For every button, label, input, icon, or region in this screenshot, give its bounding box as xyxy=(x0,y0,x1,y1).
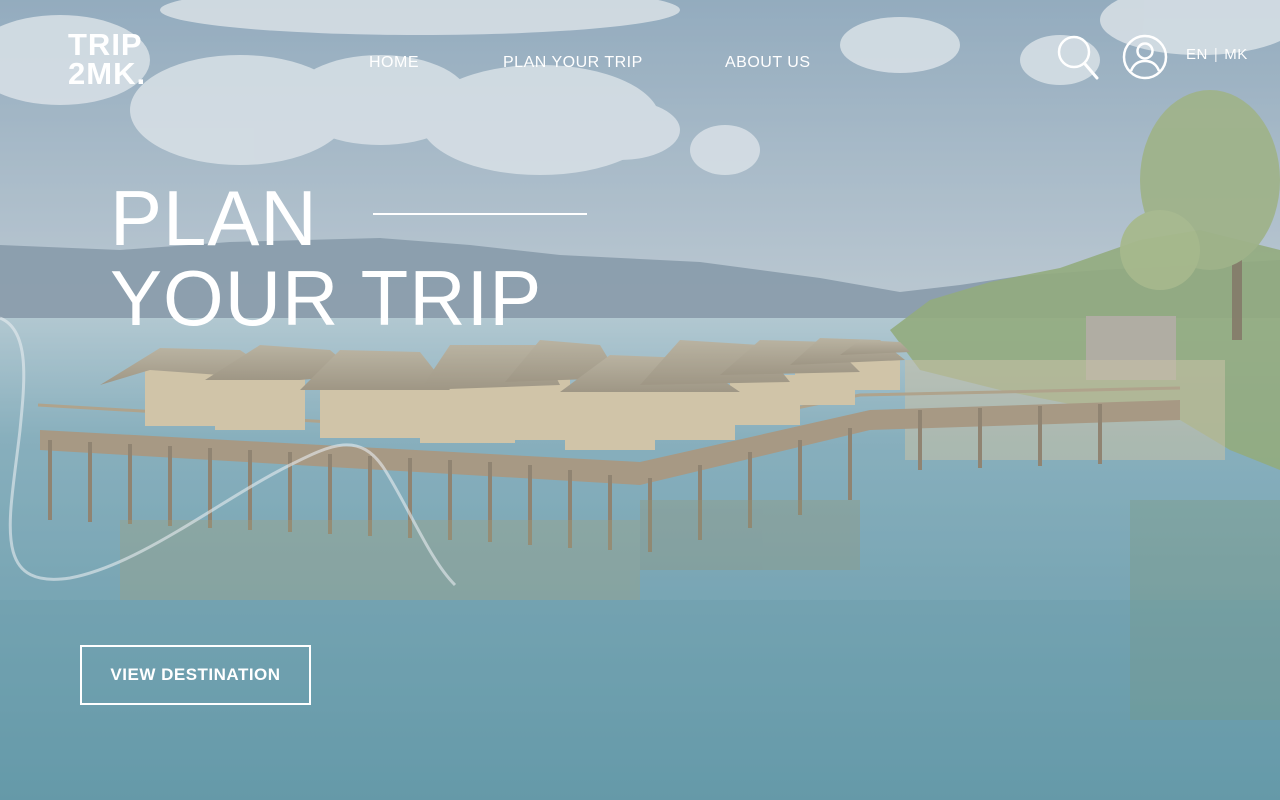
hero-title-line-1: PLAN xyxy=(110,174,318,262)
nav-plan-your-trip-link[interactable]: PLAN YOUR TRIP xyxy=(503,54,643,72)
title-divider-line xyxy=(373,213,587,215)
nav-home-link[interactable]: HOME xyxy=(369,54,419,72)
user-circle-icon xyxy=(1122,34,1168,80)
search-button[interactable] xyxy=(1056,34,1100,80)
language-switcher: EN | MK xyxy=(1186,46,1248,63)
language-separator: | xyxy=(1213,46,1219,63)
hero-title: PLAN YOUR TRIP xyxy=(110,178,542,338)
hero-title-line-2: YOUR TRIP xyxy=(110,254,543,342)
view-destination-button[interactable]: VIEW DESTINATION xyxy=(80,645,311,705)
nav-about-us-link[interactable]: ABOUT US xyxy=(725,54,811,72)
hero-section: TRIP 2MK. HOME PLAN YOUR TRIP ABOUT US E… xyxy=(0,0,1280,800)
account-button[interactable] xyxy=(1120,32,1170,82)
site-logo[interactable]: TRIP 2MK. xyxy=(68,27,188,91)
language-option-mk[interactable]: MK xyxy=(1224,46,1248,63)
logo-line-2: 2MK. xyxy=(68,56,147,91)
logo-line-1: TRIP xyxy=(68,27,143,62)
language-option-en[interactable]: EN xyxy=(1186,46,1208,63)
search-icon xyxy=(1057,35,1099,80)
